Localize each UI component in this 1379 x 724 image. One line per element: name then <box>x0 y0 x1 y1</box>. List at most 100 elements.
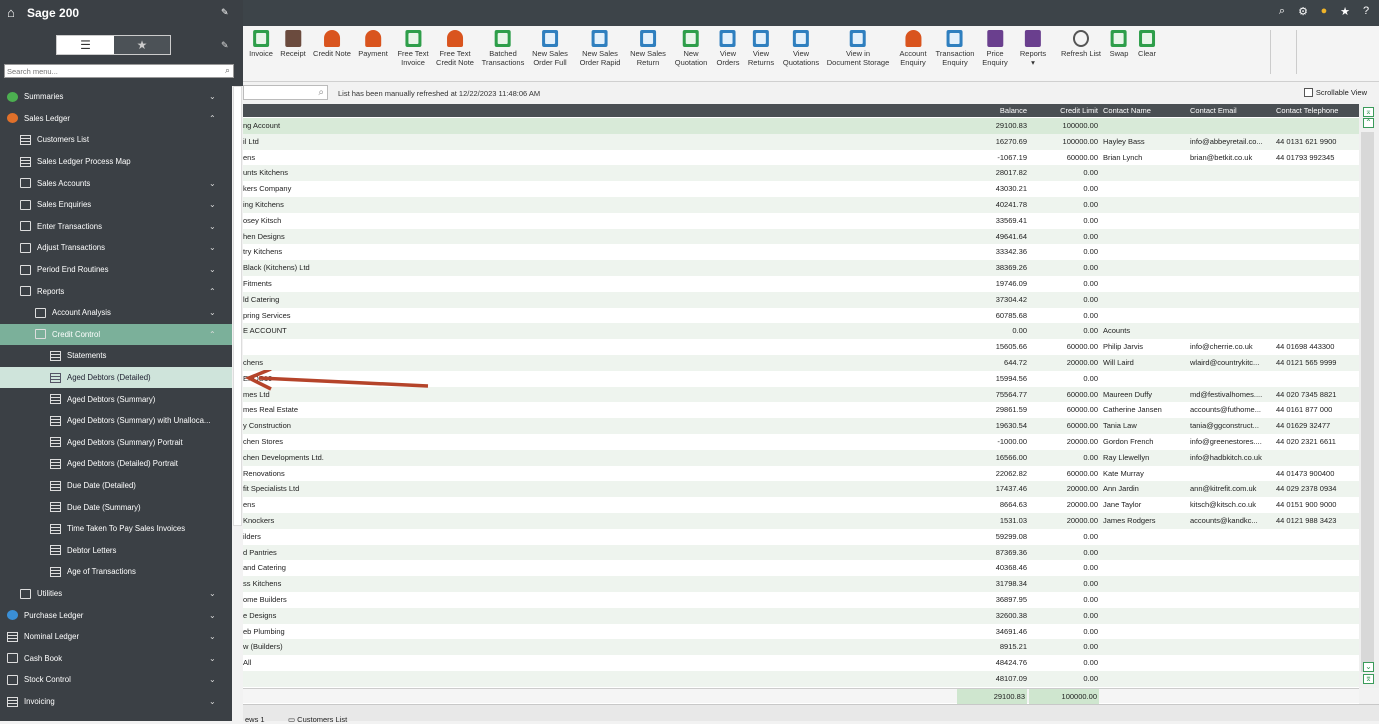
sidebar-item-sales-accounts[interactable]: Sales Accounts ⌄ <box>0 172 232 194</box>
refresh-list-button[interactable]: Refresh List <box>1061 30 1101 58</box>
table-row[interactable]: unts Kitchens 28017.82 0.00 <box>243 165 1359 182</box>
scrollable-view-toggle[interactable]: Scrollable View <box>1303 88 1367 97</box>
chevron-icon[interactable]: ⌄ <box>209 611 216 620</box>
sidebar-item-cash-book[interactable]: Cash Book ⌄ <box>0 648 232 670</box>
sidebar-item-nominal-ledger[interactable]: Nominal Ledger ⌄ <box>0 626 232 648</box>
edit-icon[interactable]: ✎ <box>221 40 229 51</box>
sidebar-item-aged-debtors-summary-portrait[interactable]: Aged Debtors (Summary) Portrait <box>0 432 232 454</box>
sidebar-item-debtor-letters[interactable]: Debtor Letters <box>0 540 232 562</box>
sidebar-item-sales-enquiries[interactable]: Sales Enquiries ⌄ <box>0 194 232 216</box>
invoice-button[interactable]: Invoice <box>249 30 273 58</box>
table-row[interactable]: Knockers 1531.03 20000.00 James Rodgers acco… <box>243 513 1359 529</box>
view-in-document-storage-button[interactable]: View in Document Storage <box>827 30 889 67</box>
scroll-thumb[interactable] <box>1361 132 1374 672</box>
table-row[interactable]: d Pantries 87369.36 0.00 <box>243 544 1359 561</box>
star-icon[interactable]: ★ <box>1338 4 1352 18</box>
col-credit-limit[interactable]: Credit Limit <box>1033 106 1098 115</box>
view-returns-button[interactable]: View Returns <box>748 30 774 67</box>
table-row[interactable]: fit Specialists Ltd 17437.46 20000.00 Ann J… <box>243 481 1359 498</box>
table-row[interactable]: Renovations 22062.82 60000.00 Kate Murray 44… <box>243 465 1359 482</box>
payment-button[interactable]: Payment <box>358 30 388 58</box>
col-contact-telephone[interactable]: Contact Telephone <box>1276 106 1338 115</box>
table-row[interactable]: y Construction 19630.54 60000.00 Tania Law t… <box>243 418 1359 434</box>
table-row[interactable]: ens 8664.63 20000.00 Jane Taylor kitsch@kits… <box>243 497 1359 513</box>
chevron-icon[interactable]: ⌄ <box>209 179 216 188</box>
list-search-input[interactable]: ⌕ <box>243 85 328 100</box>
sidebar-item-sales-ledger-process-map[interactable]: Sales Ledger Process Map <box>0 151 232 173</box>
chevron-icon[interactable]: ⌃ <box>209 287 216 296</box>
view-quotations-button[interactable]: View Quotations <box>783 30 819 67</box>
credit-note-button[interactable]: Credit Note <box>313 30 351 58</box>
sidebar-item-reports[interactable]: Reports ⌃ <box>0 280 232 302</box>
chevron-icon[interactable]: ⌄ <box>209 92 216 101</box>
table-row[interactable]: il Ltd 16270.69 100000.00 Hayley Bass info@a… <box>243 133 1359 150</box>
table-row[interactable]: ens -1067.19 60000.00 Brian Lynch brian@betk… <box>243 149 1359 166</box>
sidebar-item-time-taken-to-pay-sales-invoices[interactable]: Time Taken To Pay Sales Invoices <box>0 518 232 540</box>
reports-button[interactable]: Reports ▾ <box>1020 30 1046 67</box>
new-sales-return-button[interactable]: New Sales Return <box>630 30 666 67</box>
table-row[interactable]: 15605.66 60000.00 Philip Jarvis info@cherri… <box>243 339 1359 355</box>
chevron-icon[interactable]: ⌄ <box>209 675 216 684</box>
favourites-star-icon[interactable]: ★ <box>114 36 170 54</box>
table-row[interactable]: mes Real Estate 29861.59 60000.00 Catherine… <box>243 402 1359 419</box>
sidebar-item-adjust-transactions[interactable]: Adjust Transactions ⌄ <box>0 237 232 259</box>
table-row[interactable]: 48107.09 0.00 <box>243 671 1359 687</box>
sidebar-item-due-date-summary[interactable]: Due Date (Summary) <box>0 496 232 518</box>
table-row[interactable]: try Kitchens 33342.36 0.00 <box>243 244 1359 261</box>
free-text-invoice-button[interactable]: Free Text Invoice <box>397 30 429 67</box>
table-row[interactable]: ng Account 29100.83 100000.00 <box>243 118 1359 134</box>
search-users-icon[interactable]: ⌕ <box>1275 4 1289 18</box>
account-enquiry-button[interactable]: Account Enquiry <box>899 30 927 67</box>
chevron-icon[interactable]: ⌄ <box>209 308 216 317</box>
table-row[interactable]: w (Builders) 8915.21 0.00 <box>243 639 1359 656</box>
sidebar-item-account-analysis[interactable]: Account Analysis ⌄ <box>0 302 232 324</box>
tab-views[interactable]: ews 1 <box>245 715 265 724</box>
sidebar-item-period-end-routines[interactable]: Period End Routines ⌄ <box>0 259 232 281</box>
tab-customers-list[interactable]: ▭ Customers List <box>288 715 347 724</box>
pin-icon[interactable]: ✎ <box>221 7 229 18</box>
help-icon[interactable]: ? <box>1359 4 1373 18</box>
table-row[interactable]: eb Plumbing 34691.46 0.00 <box>243 623 1359 640</box>
home-icon[interactable]: ⌂ <box>7 5 15 20</box>
new-sales-order-full-button[interactable]: New Sales Order Full <box>532 30 568 67</box>
scroll-up-icon[interactable]: ⌃ <box>1363 118 1374 128</box>
table-row[interactable]: All 48424.76 0.00 <box>243 655 1359 671</box>
clear-button[interactable]: Clear <box>1138 30 1156 58</box>
sidebar-item-summaries[interactable]: Summaries ⌄ <box>0 86 232 108</box>
scroll-bottom-icon[interactable]: ⌆ <box>1363 674 1374 684</box>
chevron-icon[interactable]: ⌃ <box>209 330 216 339</box>
sidebar-item-aged-debtors-summary-with-unalloca[interactable]: Aged Debtors (Summary) with Unalloca... <box>0 410 232 432</box>
sidebar-item-utilities[interactable]: Utilities ⌄ <box>0 583 232 605</box>
chevron-icon[interactable]: ⌄ <box>209 200 216 209</box>
menu-search-input[interactable] <box>5 65 205 77</box>
chevron-icon[interactable]: ⌄ <box>209 697 216 706</box>
table-row[interactable]: ome Builders 36897.95 0.00 <box>243 592 1359 608</box>
menu-search-field[interactable]: ⌕ <box>4 64 234 78</box>
col-contact-email[interactable]: Contact Email <box>1190 106 1237 115</box>
sidebar-item-age-of-transactions[interactable]: Age of Transactions <box>0 561 232 583</box>
grid-scrollbar[interactable]: ⌅ ⌃ ⌄ ⌆ <box>1359 104 1379 688</box>
scrollable-view-checkbox[interactable] <box>1303 88 1313 97</box>
table-row[interactable]: osey Kitsch 33569.41 0.00 <box>243 212 1359 229</box>
table-row[interactable]: ing Kitchens 40241.78 0.00 <box>243 197 1359 213</box>
chevron-icon[interactable]: ⌄ <box>209 265 216 274</box>
sidebar-item-aged-debtors-detailed[interactable]: Aged Debtors (Detailed) <box>0 366 232 389</box>
table-row[interactable]: ilders 59299.08 0.00 <box>243 528 1359 545</box>
free-text-credit-note-button[interactable]: Free Text Credit Note <box>436 30 474 67</box>
table-row[interactable]: e Designs 32600.38 0.00 <box>243 607 1359 624</box>
new-sales-order-rapid-button[interactable]: New Sales Order Rapid <box>580 30 620 67</box>
sidebar-item-sales-ledger[interactable]: Sales Ledger ⌃ <box>0 108 232 130</box>
table-row[interactable]: chens 644.72 20000.00 Will Laird wlaird@coun… <box>243 355 1359 371</box>
sidebar-item-invoicing[interactable]: Invoicing ⌄ <box>0 691 232 713</box>
price-enquiry-button[interactable]: Price Enquiry <box>982 30 1008 67</box>
chevron-icon[interactable]: ⌄ <box>209 632 216 641</box>
sidebar-item-purchase-ledger[interactable]: Purchase Ledger ⌄ <box>0 604 232 626</box>
sidebar-item-enter-transactions[interactable]: Enter Transactions ⌄ <box>0 216 232 238</box>
table-row[interactable]: Black (Kitchens) Ltd 38369.26 0.00 <box>243 260 1359 276</box>
scroll-down-icon[interactable]: ⌄ <box>1363 662 1374 672</box>
chevron-icon[interactable]: ⌄ <box>209 654 216 663</box>
chevron-icon[interactable]: ⌄ <box>209 222 216 231</box>
lightbulb-icon[interactable]: ● <box>1317 4 1331 18</box>
menu-icon[interactable]: ☰ <box>57 36 114 54</box>
swap-button[interactable]: Swap <box>1110 30 1128 58</box>
